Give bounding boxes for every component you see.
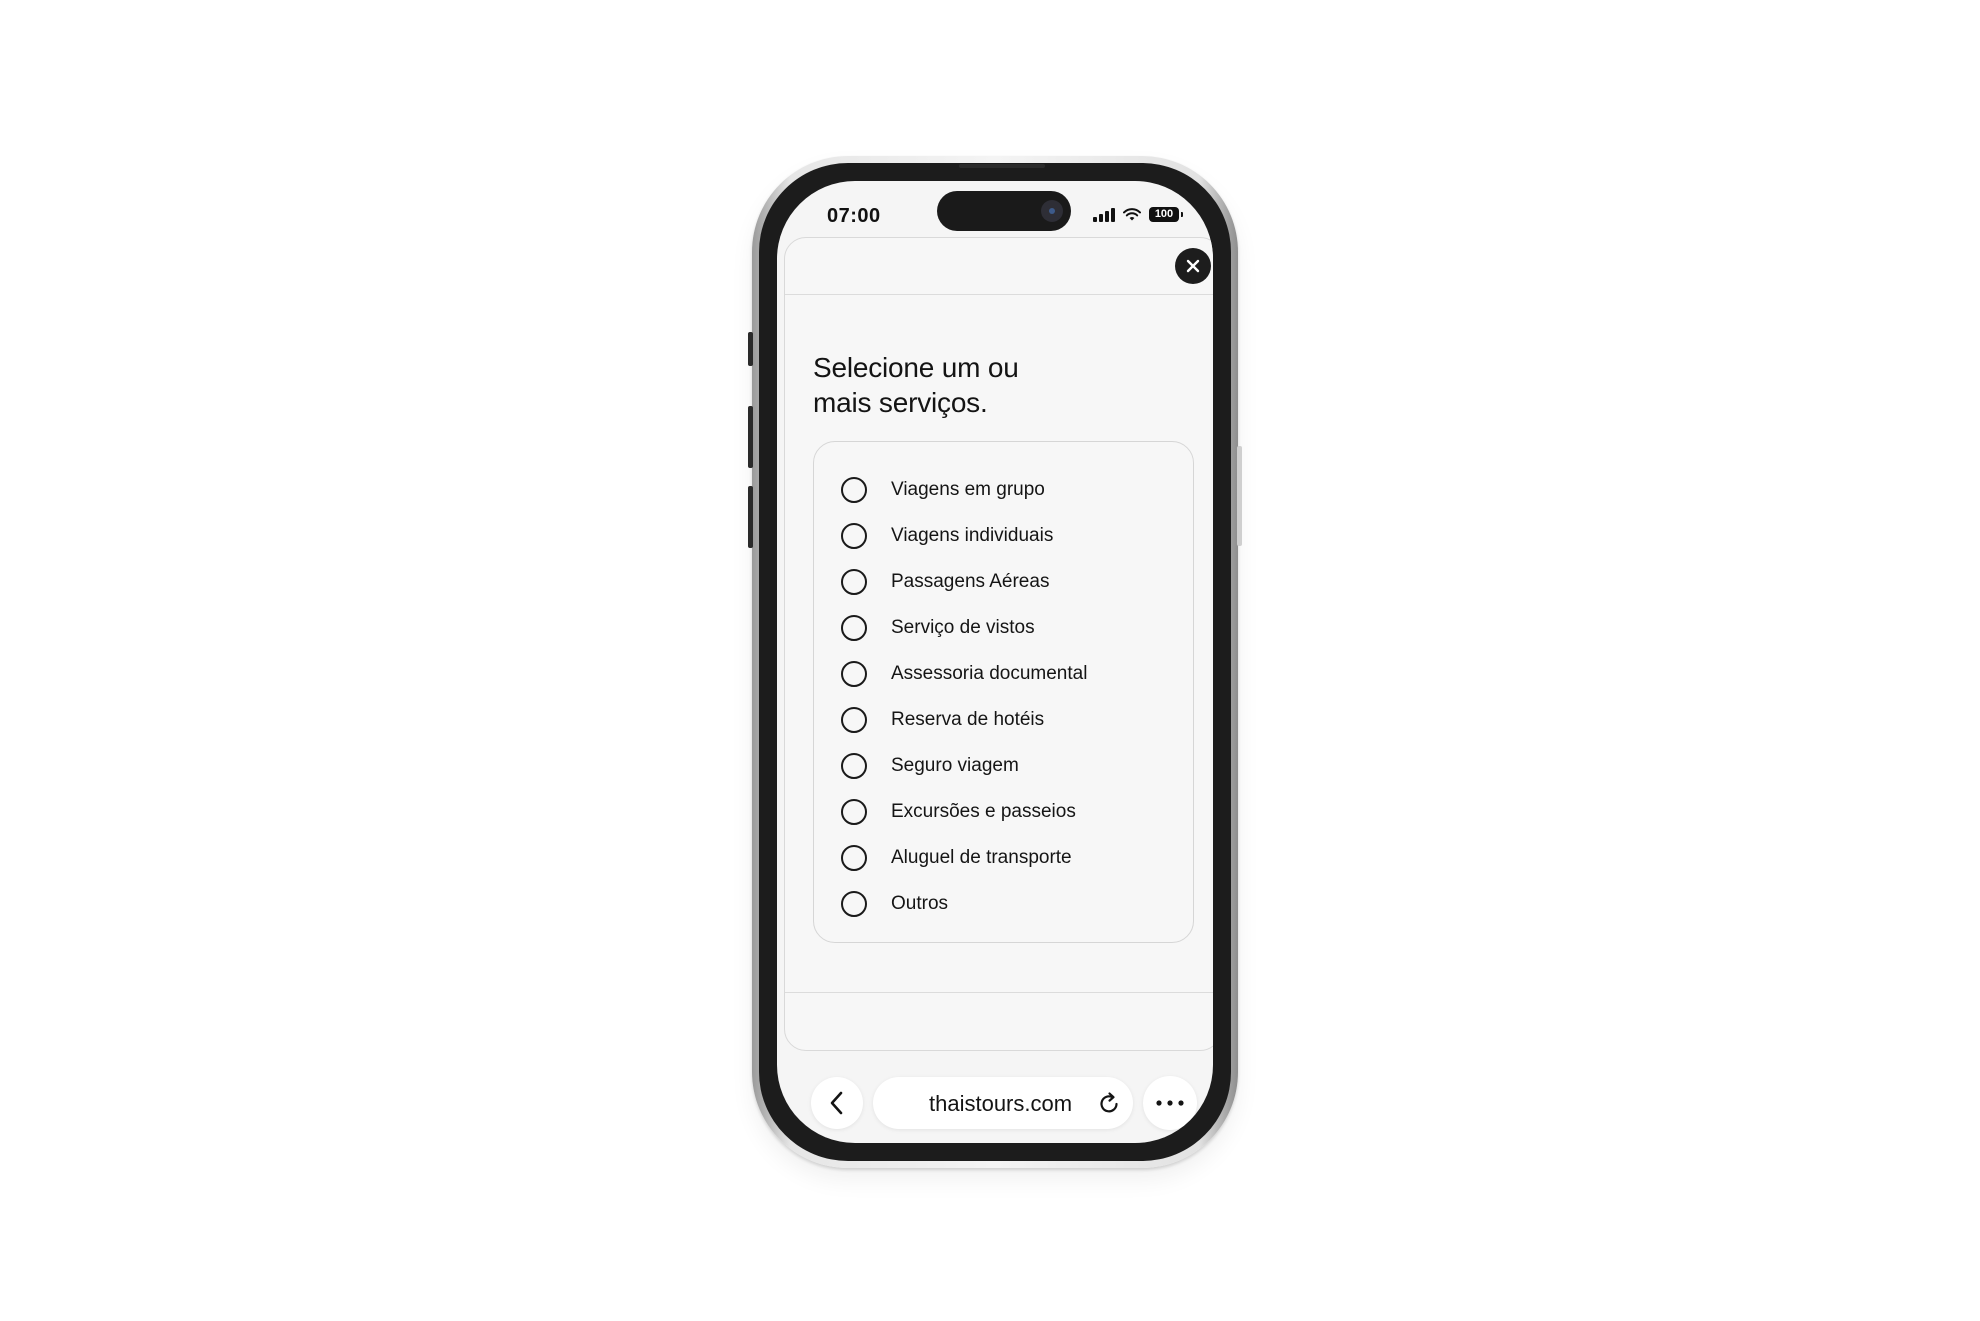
- dynamic-island: [937, 191, 1071, 231]
- modal-header: [785, 238, 1213, 295]
- stage: 07:00 100 Selecione um ou mais serviços.…: [0, 0, 1980, 1321]
- status-indicators: 100: [1093, 207, 1183, 222]
- camera-icon: [1041, 200, 1063, 222]
- option-seguro-viagem[interactable]: Seguro viagem: [814, 743, 1193, 789]
- radio-icon[interactable]: [841, 753, 867, 779]
- radio-icon[interactable]: [841, 615, 867, 641]
- status-time: 07:00: [827, 205, 881, 227]
- option-reserva-de-hoteis[interactable]: Reserva de hotéis: [814, 697, 1193, 743]
- option-aluguel-de-transporte[interactable]: Aluguel de transporte: [814, 835, 1193, 881]
- signal-icon: [1093, 207, 1115, 222]
- option-passagens-aereas[interactable]: Passagens Aéreas: [814, 559, 1193, 605]
- phone-bezel: 07:00 100 Selecione um ou mais serviços.…: [759, 163, 1231, 1161]
- option-label: Passagens Aéreas: [891, 571, 1050, 592]
- option-label: Aluguel de transporte: [891, 847, 1072, 868]
- option-label: Assessoria documental: [891, 663, 1088, 684]
- radio-icon[interactable]: [841, 845, 867, 871]
- option-label: Viagens em grupo: [891, 479, 1045, 500]
- reload-icon[interactable]: [1097, 1091, 1121, 1115]
- option-assessoria-documental[interactable]: Assessoria documental: [814, 651, 1193, 697]
- phone-frame: 07:00 100 Selecione um ou mais serviços.…: [748, 156, 1242, 1168]
- power-button: [1237, 446, 1242, 546]
- volume-up-button: [748, 406, 753, 468]
- browser-toolbar: thaistours.com: [811, 1076, 1197, 1131]
- address-bar[interactable]: thaistours.com: [873, 1077, 1133, 1129]
- radio-icon[interactable]: [841, 661, 867, 687]
- option-label: Reserva de hotéis: [891, 709, 1045, 730]
- volume-down-button: [748, 486, 753, 548]
- chevron-left-icon: [830, 1091, 843, 1115]
- wifi-icon: [1123, 207, 1141, 220]
- action-button: [748, 332, 753, 366]
- option-label: Seguro viagem: [891, 755, 1019, 776]
- option-excursoes-e-passeios[interactable]: Excursões e passeios: [814, 789, 1193, 835]
- option-label: Outros: [891, 893, 949, 914]
- radio-icon[interactable]: [841, 707, 867, 733]
- modal-title-line2: mais serviços.: [813, 387, 988, 418]
- earpiece: [959, 164, 1045, 168]
- option-label: Excursões e passeios: [891, 801, 1076, 822]
- option-viagens-individuais[interactable]: Viagens individuais: [814, 513, 1193, 559]
- option-outros[interactable]: Outros: [814, 881, 1193, 927]
- more-button[interactable]: [1143, 1076, 1197, 1130]
- radio-icon[interactable]: [841, 891, 867, 917]
- battery-icon: 100: [1149, 207, 1183, 222]
- service-select-modal: Selecione um ou mais serviços. Viagens e…: [784, 237, 1213, 1051]
- close-icon: [1186, 259, 1200, 273]
- back-button[interactable]: [811, 1077, 863, 1129]
- close-button[interactable]: [1175, 248, 1211, 284]
- url-text: thaistours.com: [929, 1091, 1073, 1116]
- more-icon: [1156, 1100, 1184, 1106]
- option-label: Serviço de vistos: [891, 617, 1035, 638]
- phone-screen: 07:00 100 Selecione um ou mais serviços.…: [777, 181, 1213, 1143]
- radio-icon[interactable]: [841, 569, 867, 595]
- option-label: Viagens individuais: [891, 525, 1054, 546]
- radio-icon[interactable]: [841, 477, 867, 503]
- option-viagens-em-grupo[interactable]: Viagens em grupo: [814, 467, 1193, 513]
- modal-footer: [785, 992, 1213, 1050]
- option-servico-de-vistos[interactable]: Serviço de vistos: [814, 605, 1193, 651]
- radio-icon[interactable]: [841, 523, 867, 549]
- services-options-list: Viagens em grupo Viagens individuais Pas…: [813, 441, 1194, 943]
- modal-title-line1: Selecione um ou: [813, 352, 1019, 383]
- modal-title: Selecione um ou mais serviços.: [813, 350, 1113, 420]
- radio-icon[interactable]: [841, 799, 867, 825]
